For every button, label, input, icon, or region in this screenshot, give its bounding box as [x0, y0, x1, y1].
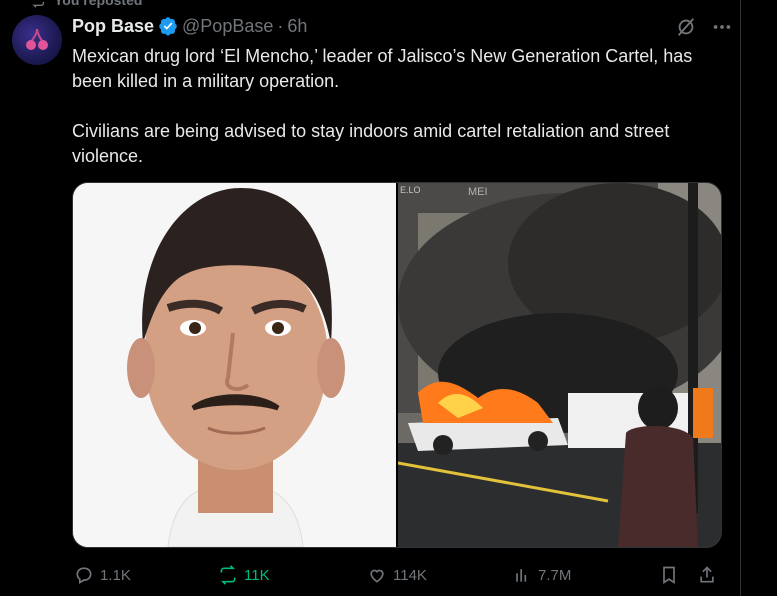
separator-dot: · [277, 15, 284, 36]
tweet-header: Pop Base @PopBase · 6h [72, 14, 307, 38]
repost-button[interactable]: 11K [218, 562, 270, 588]
reply-icon [76, 567, 92, 584]
avatar[interactable] [12, 15, 62, 65]
views-count: 7.7M [538, 566, 572, 584]
tweet-text: Mexican drug lord ‘El Mencho,’ leader of… [72, 44, 722, 169]
sign-text-2: E.LO [400, 185, 421, 195]
share-button[interactable] [697, 562, 717, 588]
heart-icon [370, 569, 384, 583]
sign-text: MEI [468, 186, 488, 198]
like-button[interactable]: 114K [367, 562, 427, 588]
street-fire-photo[interactable]: MEI E.LO [398, 183, 721, 547]
repost-icon [32, 2, 44, 8]
verified-badge-icon[interactable] [158, 16, 178, 36]
more-icon[interactable] [711, 16, 733, 38]
tweet-paragraph-1: Mexican drug lord ‘El Mencho,’ leader of… [72, 46, 693, 91]
views-icon [516, 569, 527, 582]
post-time[interactable]: 6h [287, 16, 307, 37]
top-actions [675, 16, 733, 38]
tweet-media[interactable]: MEI E.LO [72, 182, 722, 548]
repost-icon [220, 565, 236, 585]
portrait-photo[interactable] [73, 183, 398, 547]
tweet-actions: 1.1K 11K 114K 7.7M [72, 562, 722, 588]
reply-count: 1.1K [100, 566, 131, 584]
cherry-logo-icon [26, 28, 48, 50]
column-divider [740, 0, 741, 596]
street-fire-illustration: MEI E.LO [398, 183, 721, 547]
author-name[interactable]: Pop Base [72, 16, 154, 37]
repost-banner: You reposted [30, 0, 142, 9]
repost-count: 11K [244, 566, 270, 584]
author-handle[interactable]: @PopBase [182, 16, 273, 37]
like-count: 114K [393, 566, 427, 584]
bookmark-button[interactable] [659, 562, 679, 588]
bookmark-icon [663, 566, 675, 585]
views-button[interactable]: 7.7M [512, 562, 571, 588]
tweet-paragraph-2: Civilians are being advised to stay indo… [72, 121, 670, 166]
repost-banner-label: You reposted [54, 0, 143, 8]
share-icon [700, 566, 714, 583]
grok-icon[interactable] [675, 16, 697, 38]
portrait-illustration [73, 183, 396, 547]
reply-button[interactable]: 1.1K [74, 562, 131, 588]
